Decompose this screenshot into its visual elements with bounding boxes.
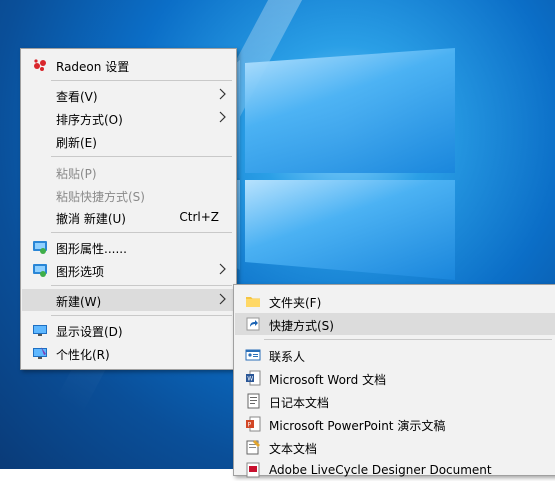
menu-item-view[interactable]: 查看(V) bbox=[22, 84, 235, 106]
submenu-item-shortcut[interactable]: 快捷方式(S) bbox=[235, 313, 555, 335]
submenu-item-contact[interactable]: 联系人 bbox=[235, 344, 555, 366]
menu-separator bbox=[51, 285, 232, 286]
menu-item-radeon-settings[interactable]: Radeon 设置 bbox=[22, 54, 235, 76]
submenu-item-powerpoint[interactable]: P Microsoft PowerPoint 演示文稿 bbox=[235, 413, 555, 435]
text-document-icon bbox=[245, 439, 261, 455]
new-submenu: 文件夹(F) 快捷方式(S) 联系人 W Microsoft Word 文档 日… bbox=[233, 284, 555, 478]
menu-separator bbox=[51, 315, 232, 316]
menu-separator bbox=[264, 339, 552, 340]
menu-item-label: 粘贴(P) bbox=[56, 167, 97, 181]
menu-item-label: 图形选项 bbox=[56, 265, 105, 279]
menu-separator bbox=[51, 232, 232, 233]
menu-item-label: 快捷方式(S) bbox=[269, 319, 334, 333]
powerpoint-icon: P bbox=[245, 416, 261, 432]
menu-item-paste-shortcut[interactable]: 粘贴快捷方式(S) bbox=[22, 184, 235, 206]
menu-item-display-settings[interactable]: 显示设置(D) bbox=[22, 319, 235, 341]
menu-item-label: 日记本文档 bbox=[269, 396, 330, 410]
chevron-right-icon bbox=[217, 110, 227, 124]
menu-item-graphics-properties[interactable]: 图形属性...... bbox=[22, 236, 235, 258]
personalize-icon bbox=[32, 345, 48, 361]
menu-item-label: 文本文档 bbox=[269, 442, 318, 456]
menu-item-graphics-options[interactable]: 图形选项 bbox=[22, 259, 235, 281]
submenu-item-journal-document[interactable]: 日记本文档 bbox=[235, 390, 555, 412]
submenu-item-folder[interactable]: 文件夹(F) bbox=[235, 290, 555, 312]
windows-logo-pane bbox=[245, 180, 455, 280]
submenu-item-text-document[interactable]: 文本文档 bbox=[235, 436, 555, 458]
menu-item-label: 撤消 新建(U) bbox=[56, 212, 126, 226]
menu-item-new[interactable]: 新建(W) bbox=[22, 289, 235, 311]
menu-item-label: Adobe LiveCycle Designer Document bbox=[269, 463, 492, 477]
menu-item-label: 显示设置(D) bbox=[56, 325, 123, 339]
chevron-right-icon bbox=[217, 292, 227, 306]
svg-text:W: W bbox=[247, 376, 253, 383]
windows-logo-pane bbox=[245, 48, 455, 173]
menu-item-label: 文件夹(F) bbox=[269, 296, 322, 310]
radeon-icon bbox=[32, 57, 48, 73]
menu-item-personalize[interactable]: 个性化(R) bbox=[22, 342, 235, 364]
menu-item-label: 排序方式(O) bbox=[56, 113, 123, 127]
intel-graphics-icon bbox=[32, 262, 48, 278]
menu-item-label: Radeon 设置 bbox=[56, 60, 130, 74]
shortcut-text: Ctrl+Z bbox=[179, 210, 219, 224]
menu-item-label: 图形属性...... bbox=[56, 242, 127, 256]
menu-separator bbox=[51, 156, 232, 157]
shortcut-arrow-icon bbox=[245, 316, 261, 332]
menu-separator bbox=[51, 80, 232, 81]
chevron-right-icon bbox=[217, 262, 227, 276]
intel-graphics-icon bbox=[32, 239, 48, 255]
menu-item-paste[interactable]: 粘贴(P) bbox=[22, 161, 235, 183]
menu-item-label: 刷新(E) bbox=[56, 136, 97, 150]
display-icon bbox=[32, 322, 48, 338]
word-document-icon: W bbox=[245, 370, 261, 386]
menu-item-undo-new[interactable]: 撤消 新建(U) Ctrl+Z bbox=[22, 206, 235, 228]
svg-text:P: P bbox=[248, 422, 252, 429]
menu-item-label: 粘贴快捷方式(S) bbox=[56, 190, 145, 204]
menu-item-label: Microsoft Word 文档 bbox=[269, 373, 387, 387]
menu-item-label: Microsoft PowerPoint 演示文稿 bbox=[269, 419, 446, 433]
chevron-right-icon bbox=[217, 87, 227, 101]
menu-item-label: 查看(V) bbox=[56, 90, 98, 104]
menu-item-label: 新建(W) bbox=[56, 295, 102, 309]
menu-item-sort-by[interactable]: 排序方式(O) bbox=[22, 107, 235, 129]
adobe-document-icon bbox=[245, 462, 261, 478]
menu-item-label: 联系人 bbox=[269, 350, 306, 364]
journal-icon bbox=[245, 393, 261, 409]
desktop-context-menu: Radeon 设置 查看(V) 排序方式(O) 刷新(E) 粘贴(P) 粘贴快捷… bbox=[20, 48, 237, 370]
submenu-item-word-document[interactable]: W Microsoft Word 文档 bbox=[235, 367, 555, 389]
contact-card-icon bbox=[245, 347, 261, 363]
folder-icon bbox=[245, 293, 261, 309]
menu-item-refresh[interactable]: 刷新(E) bbox=[22, 130, 235, 152]
submenu-item-adobe-livecycle[interactable]: Adobe LiveCycle Designer Document bbox=[235, 459, 555, 481]
menu-item-label: 个性化(R) bbox=[56, 348, 110, 362]
